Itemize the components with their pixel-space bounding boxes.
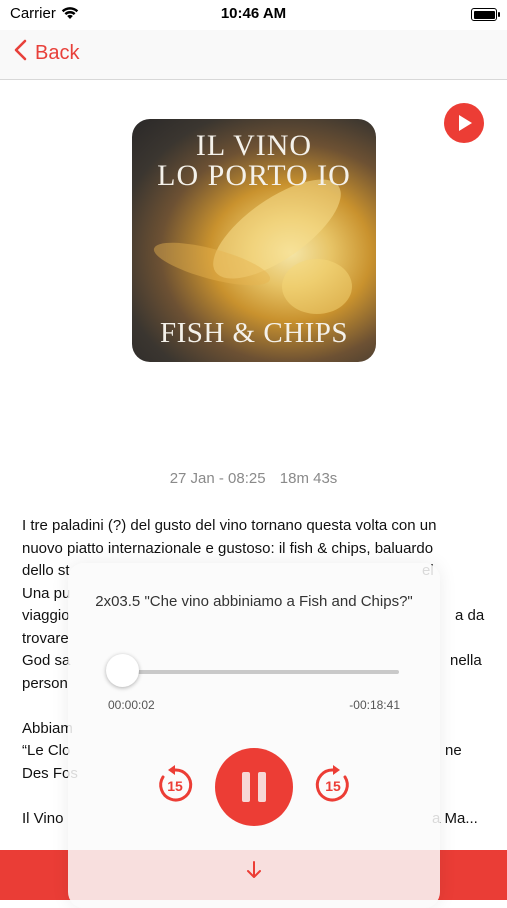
artwork-title-line1: IL VINO bbox=[195, 129, 313, 162]
svg-text:15: 15 bbox=[167, 778, 183, 794]
description-fragment: ne bbox=[445, 742, 462, 759]
skip-back-15-icon: 15 bbox=[159, 765, 193, 802]
navigation-bar: Back bbox=[0, 30, 507, 80]
pause-button[interactable] bbox=[215, 748, 293, 826]
episode-date: 27 Jan - 08:25 bbox=[169, 470, 266, 487]
episode-duration: 18m 43s bbox=[279, 470, 338, 487]
elapsed-time: 00:00:02 bbox=[108, 698, 155, 712]
artwork-title-line2: LO PORTO IO bbox=[157, 159, 351, 192]
remaining-time: -00:18:41 bbox=[349, 698, 400, 712]
play-icon bbox=[459, 115, 472, 131]
skip-forward-15-icon: 15 bbox=[315, 765, 349, 802]
pause-icon bbox=[242, 772, 250, 802]
play-button[interactable] bbox=[444, 103, 484, 143]
arrow-down-icon bbox=[247, 861, 261, 878]
player-episode-title: 2x03.5 "Che vino abbiniamo a Fish and Ch… bbox=[95, 593, 413, 610]
artwork-subtitle: FISH & CHIPS bbox=[159, 317, 349, 349]
status-bar: Carrier 10:46 AM bbox=[0, 0, 507, 30]
description-line: I tre paladini (?) del gusto del vino to… bbox=[22, 517, 437, 534]
svg-text:15: 15 bbox=[325, 778, 341, 794]
collapse-button[interactable] bbox=[242, 858, 266, 882]
progress-track[interactable] bbox=[126, 670, 399, 674]
chevron-left-icon bbox=[14, 39, 27, 67]
description-line: nuovo piatto internazionale e gustoso: i… bbox=[22, 539, 434, 557]
progress-thumb[interactable] bbox=[106, 654, 139, 687]
episode-meta: 27 Jan - 08:25 18m 43s bbox=[0, 470, 507, 487]
battery-icon bbox=[471, 8, 500, 21]
description-fragment: a da bbox=[455, 607, 485, 624]
skip-back-button[interactable]: 15 bbox=[153, 763, 197, 807]
description-fragment: nella bbox=[450, 652, 482, 669]
episode-artwork: IL VINO LO PORTO IO FISH & CHIPS bbox=[132, 119, 376, 362]
skip-forward-button[interactable]: 15 bbox=[311, 763, 355, 807]
back-label: Back bbox=[35, 41, 80, 64]
player-panel: 2x03.5 "Che vino abbiniamo a Fish and Ch… bbox=[68, 563, 440, 908]
back-button[interactable]: Back bbox=[14, 39, 79, 67]
clock: 10:46 AM bbox=[220, 5, 287, 22]
